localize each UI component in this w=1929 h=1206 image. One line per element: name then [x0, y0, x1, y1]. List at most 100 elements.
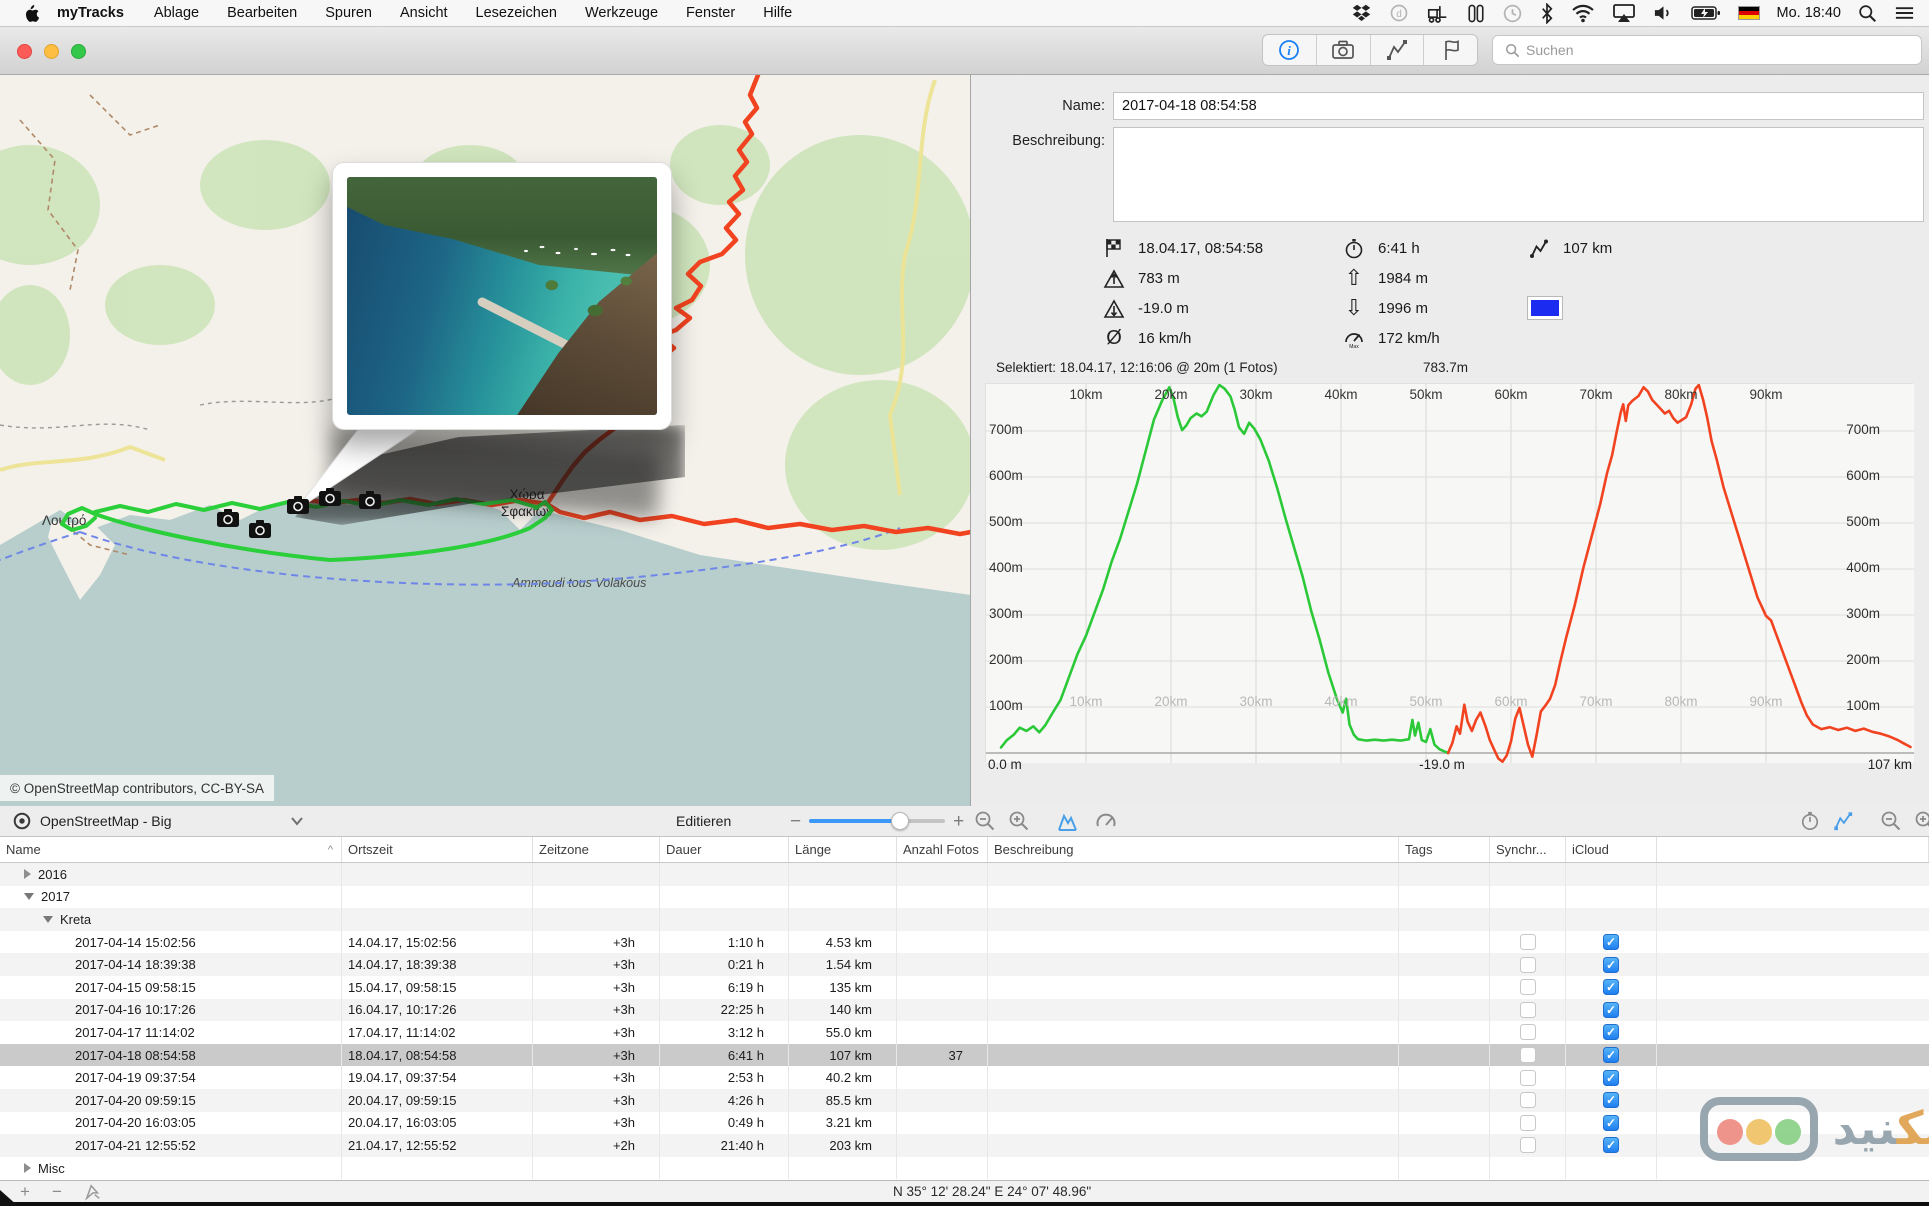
synchr-checkbox[interactable] — [1519, 1069, 1536, 1086]
camera-button[interactable] — [1317, 35, 1371, 65]
synchr-checkbox[interactable] — [1519, 1137, 1536, 1154]
table-row-track[interactable]: 2017-04-17 11:14:02 17.04.17, 11:14:02 +3h… — [0, 1021, 1929, 1044]
elevation-chart-canvas[interactable]: 10km 10km 20km 20km 30km 30km 40km 40km 50km 50km… — [986, 383, 1914, 764]
window-zoom-button[interactable] — [71, 44, 86, 59]
photo-thumbnail[interactable] — [347, 177, 657, 415]
editieren-label[interactable]: Editieren — [676, 813, 731, 829]
window-minimize-button[interactable] — [44, 44, 59, 59]
column-header-Synchr...[interactable]: Synchr... — [1490, 837, 1566, 862]
synchr-checkbox[interactable] — [1519, 979, 1536, 996]
keyboard-flag-de-icon[interactable] — [1737, 6, 1760, 20]
column-header-Dauer[interactable]: Dauer — [660, 837, 789, 862]
synchr-checkbox[interactable] — [1519, 1092, 1536, 1109]
notification-center-icon[interactable] — [1894, 4, 1915, 22]
icloud-checkbox[interactable]: ✓ — [1603, 1001, 1619, 1018]
menu-item-ansicht[interactable]: Ansicht — [386, 5, 462, 21]
slider-track[interactable] — [809, 812, 946, 830]
slider-thumb[interactable] — [891, 812, 910, 830]
column-header-Anzahl Fotos[interactable]: Anzahl Fotos — [897, 837, 988, 862]
waypoint-pin-icon[interactable] — [84, 1183, 102, 1201]
slider-minus[interactable]: − — [790, 812, 801, 831]
map-zoom-slider[interactable]: − + — [790, 812, 964, 831]
table-row-track[interactable]: 2017-04-16 10:17:26 16.04.17, 10:17:26 +3h… — [0, 998, 1929, 1022]
menu-item-spuren[interactable]: Spuren — [311, 5, 386, 21]
map-view[interactable]: Λουτρό Χώρα Σφακίων Ammoudi tous Volakou… — [0, 75, 971, 806]
icloud-checkbox[interactable]: ✓ — [1603, 934, 1619, 951]
dropbox-icon[interactable] — [1351, 3, 1372, 24]
volume-icon[interactable] — [1653, 3, 1674, 23]
pages-icon[interactable] — [1467, 3, 1485, 24]
window-close-button[interactable] — [17, 44, 32, 59]
synchr-checkbox[interactable] — [1519, 1001, 1536, 1018]
icloud-checkbox[interactable]: ✓ — [1603, 956, 1619, 973]
menu-item-ablage[interactable]: Ablage — [140, 5, 213, 21]
column-header-Beschreibung[interactable]: Beschreibung — [988, 837, 1399, 862]
airplay-icon[interactable] — [1612, 3, 1636, 23]
icloud-checkbox[interactable]: ✓ — [1603, 1069, 1619, 1086]
search-input[interactable]: Suchen — [1492, 35, 1922, 65]
camera-marker[interactable] — [357, 489, 383, 511]
time-machine-icon[interactable] — [1502, 3, 1523, 24]
disclosure-triangle[interactable] — [24, 869, 31, 880]
column-header-Ortszeit[interactable]: Ortszeit — [342, 837, 533, 862]
table-row-track[interactable]: 2017-04-14 15:02:56 14.04.17, 15:02:56 +3h… — [0, 930, 1929, 954]
chart-zoom-in-icon[interactable] — [1914, 810, 1929, 832]
synchr-checkbox[interactable] — [1519, 956, 1536, 973]
table-row-group[interactable]: 2017 — [0, 885, 1929, 909]
menu-item-lesezeichen[interactable]: Lesezeichen — [462, 5, 571, 21]
table-row-track[interactable]: 2017-04-18 08:54:58 18.04.17, 08:54:58 +3h… — [0, 1043, 1929, 1067]
menu-item-werkzeuge[interactable]: Werkzeuge — [571, 5, 672, 21]
chart-zoom-out-icon[interactable] — [1880, 810, 1902, 832]
distance-axis-icon[interactable] — [1832, 810, 1854, 832]
synchr-checkbox[interactable] — [1519, 1114, 1536, 1131]
beschreibung-textarea[interactable] — [1113, 127, 1924, 222]
info-button[interactable]: i — [1263, 35, 1317, 65]
table-row-track[interactable]: 2017-04-14 18:39:38 14.04.17, 18:39:38 +3h… — [0, 953, 1929, 976]
spotlight-search-icon[interactable] — [1858, 4, 1877, 23]
camera-marker[interactable] — [317, 486, 343, 508]
menu-item-app[interactable]: myTracks — [39, 5, 140, 21]
remove-button[interactable]: − — [52, 1182, 62, 1202]
column-header-Länge[interactable]: Länge — [789, 837, 897, 862]
column-header-iCloud[interactable]: iCloud — [1566, 837, 1657, 862]
menu-clock[interactable]: Mo. 18:40 — [1777, 5, 1842, 21]
synchr-checkbox[interactable] — [1519, 1024, 1536, 1041]
map-layer-select[interactable]: OpenStreetMap - Big — [0, 811, 345, 831]
menu-item-fenster[interactable]: Fenster — [672, 5, 749, 21]
column-header-Name[interactable]: Name ^ — [0, 837, 342, 862]
disclosure-triangle[interactable] — [24, 1163, 31, 1174]
icloud-checkbox[interactable]: ✓ — [1603, 1024, 1619, 1041]
table-row-group[interactable]: Kreta — [0, 908, 1929, 931]
flag-button[interactable] — [1424, 35, 1477, 65]
time-axis-icon[interactable] — [1800, 810, 1820, 832]
disclosure-triangle[interactable] — [24, 893, 34, 901]
table-row-track[interactable]: 2017-04-15 09:58:15 15.04.17, 09:58:15 +3h… — [0, 975, 1929, 999]
camera-marker[interactable] — [285, 494, 311, 516]
forklift-icon[interactable] — [1426, 3, 1450, 24]
menu-item-hilfe[interactable]: Hilfe — [749, 5, 806, 21]
battery-charging-icon[interactable] — [1690, 4, 1721, 22]
elevation-chart[interactable]: 10km 10km 20km 20km 30km 30km 40km 40km 50km 50km… — [985, 383, 1914, 764]
d-circle-icon[interactable]: d — [1389, 3, 1409, 23]
camera-marker[interactable] — [247, 518, 273, 540]
apple-menu-icon[interactable] — [22, 3, 39, 23]
column-header-Tags[interactable]: Tags — [1399, 837, 1490, 862]
icloud-checkbox[interactable]: ✓ — [1603, 1047, 1619, 1064]
column-header-Zeitzone[interactable]: Zeitzone — [533, 837, 660, 862]
table-row-group[interactable]: 2016 — [0, 863, 1929, 886]
photo-popup[interactable] — [332, 162, 672, 430]
elevation-mode-icon[interactable] — [1056, 809, 1082, 833]
menu-item-bearbeiten[interactable]: Bearbeiten — [213, 5, 311, 21]
wifi-icon[interactable] — [1571, 3, 1595, 23]
speed-mode-icon[interactable] — [1094, 810, 1118, 832]
slider-plus[interactable]: + — [953, 812, 964, 831]
column-header-spacer[interactable] — [1657, 837, 1929, 862]
camera-marker[interactable] — [215, 507, 241, 529]
icloud-checkbox[interactable]: ✓ — [1603, 979, 1619, 996]
synchr-checkbox[interactable] — [1519, 934, 1536, 951]
zoom-in-icon[interactable] — [1008, 810, 1030, 832]
zoom-out-icon[interactable] — [974, 810, 996, 832]
add-button[interactable]: + — [20, 1182, 30, 1202]
track-color-swatch[interactable] — [1527, 296, 1563, 320]
track-button[interactable] — [1371, 35, 1425, 65]
